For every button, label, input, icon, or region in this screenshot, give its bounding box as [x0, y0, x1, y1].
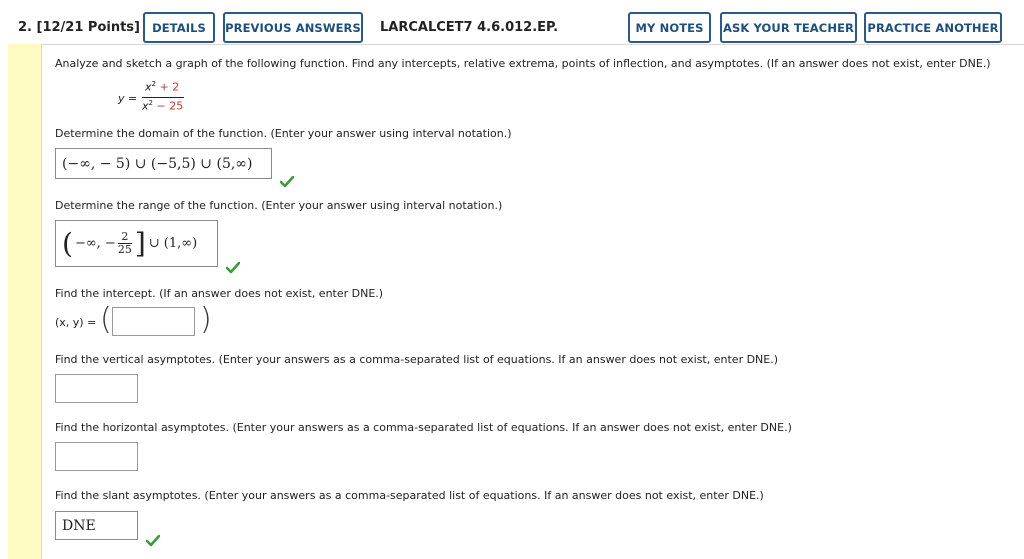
vertical-asymptotes-input[interactable] [55, 374, 138, 403]
horizontal-asymptotes-input[interactable] [55, 442, 138, 471]
domain-prompt: Determine the domain of the function. (E… [55, 127, 512, 140]
range-answer-right: ∪ (1,∞) [148, 236, 198, 251]
question-number: 2. [12/21 Points] [18, 20, 140, 35]
vertical-asymptotes-prompt: Find the vertical asymptotes. (Enter you… [55, 353, 779, 366]
horizontal-asymptotes-prompt: Find the horizontal asymptotes. (Enter y… [55, 421, 792, 434]
slant-asymptotes-prompt: Find the slant asymptotes. (Enter your a… [55, 489, 764, 502]
practice-another-button[interactable]: PRACTICE ANOTHER [864, 12, 1002, 43]
range-answer-left: −∞, − [74, 236, 116, 251]
question-content [42, 44, 1024, 559]
function-lhs: y = [118, 92, 138, 105]
close-paren: ) [200, 302, 212, 337]
details-button[interactable]: DETAILS [143, 12, 215, 43]
range-prompt: Determine the range of the function. (En… [55, 199, 503, 212]
ask-your-teacher-button[interactable]: ASK YOUR TEACHER [720, 12, 857, 43]
range-answer-field[interactable]: ( −∞, − 2 25 ] ∪ (1,∞) [55, 220, 218, 267]
fraction-bar [142, 97, 184, 98]
function-denominator: x2 − 25 [142, 99, 184, 113]
function-numerator: x2 + 2 [145, 80, 180, 94]
my-notes-button[interactable]: MY NOTES [628, 12, 711, 43]
domain-answer-field[interactable]: (−∞, − 5) ∪ (−5,5) ∪ (5,∞) [55, 148, 272, 179]
intercept-prompt: Find the intercept. (If an answer does n… [55, 287, 384, 300]
check-icon [226, 262, 240, 274]
function-expression: y = x2 + 2 x2 − 25 [118, 80, 198, 120]
check-icon [280, 176, 294, 188]
intercept-label: (x, y) = [55, 316, 97, 329]
intercept-input[interactable] [112, 307, 195, 336]
previous-answers-button[interactable]: PREVIOUS ANSWERS [223, 12, 363, 43]
slant-asymptotes-answer-field[interactable]: DNE [55, 511, 138, 540]
range-fraction: 2 25 [117, 229, 132, 256]
question-status-bar [8, 44, 42, 559]
problem-instructions: Analyze and sketch a graph of the follow… [55, 57, 991, 70]
open-paren: ( [100, 302, 112, 337]
question-id: LARCALCET7 4.6.012.EP. [380, 20, 559, 35]
check-icon [146, 535, 160, 547]
